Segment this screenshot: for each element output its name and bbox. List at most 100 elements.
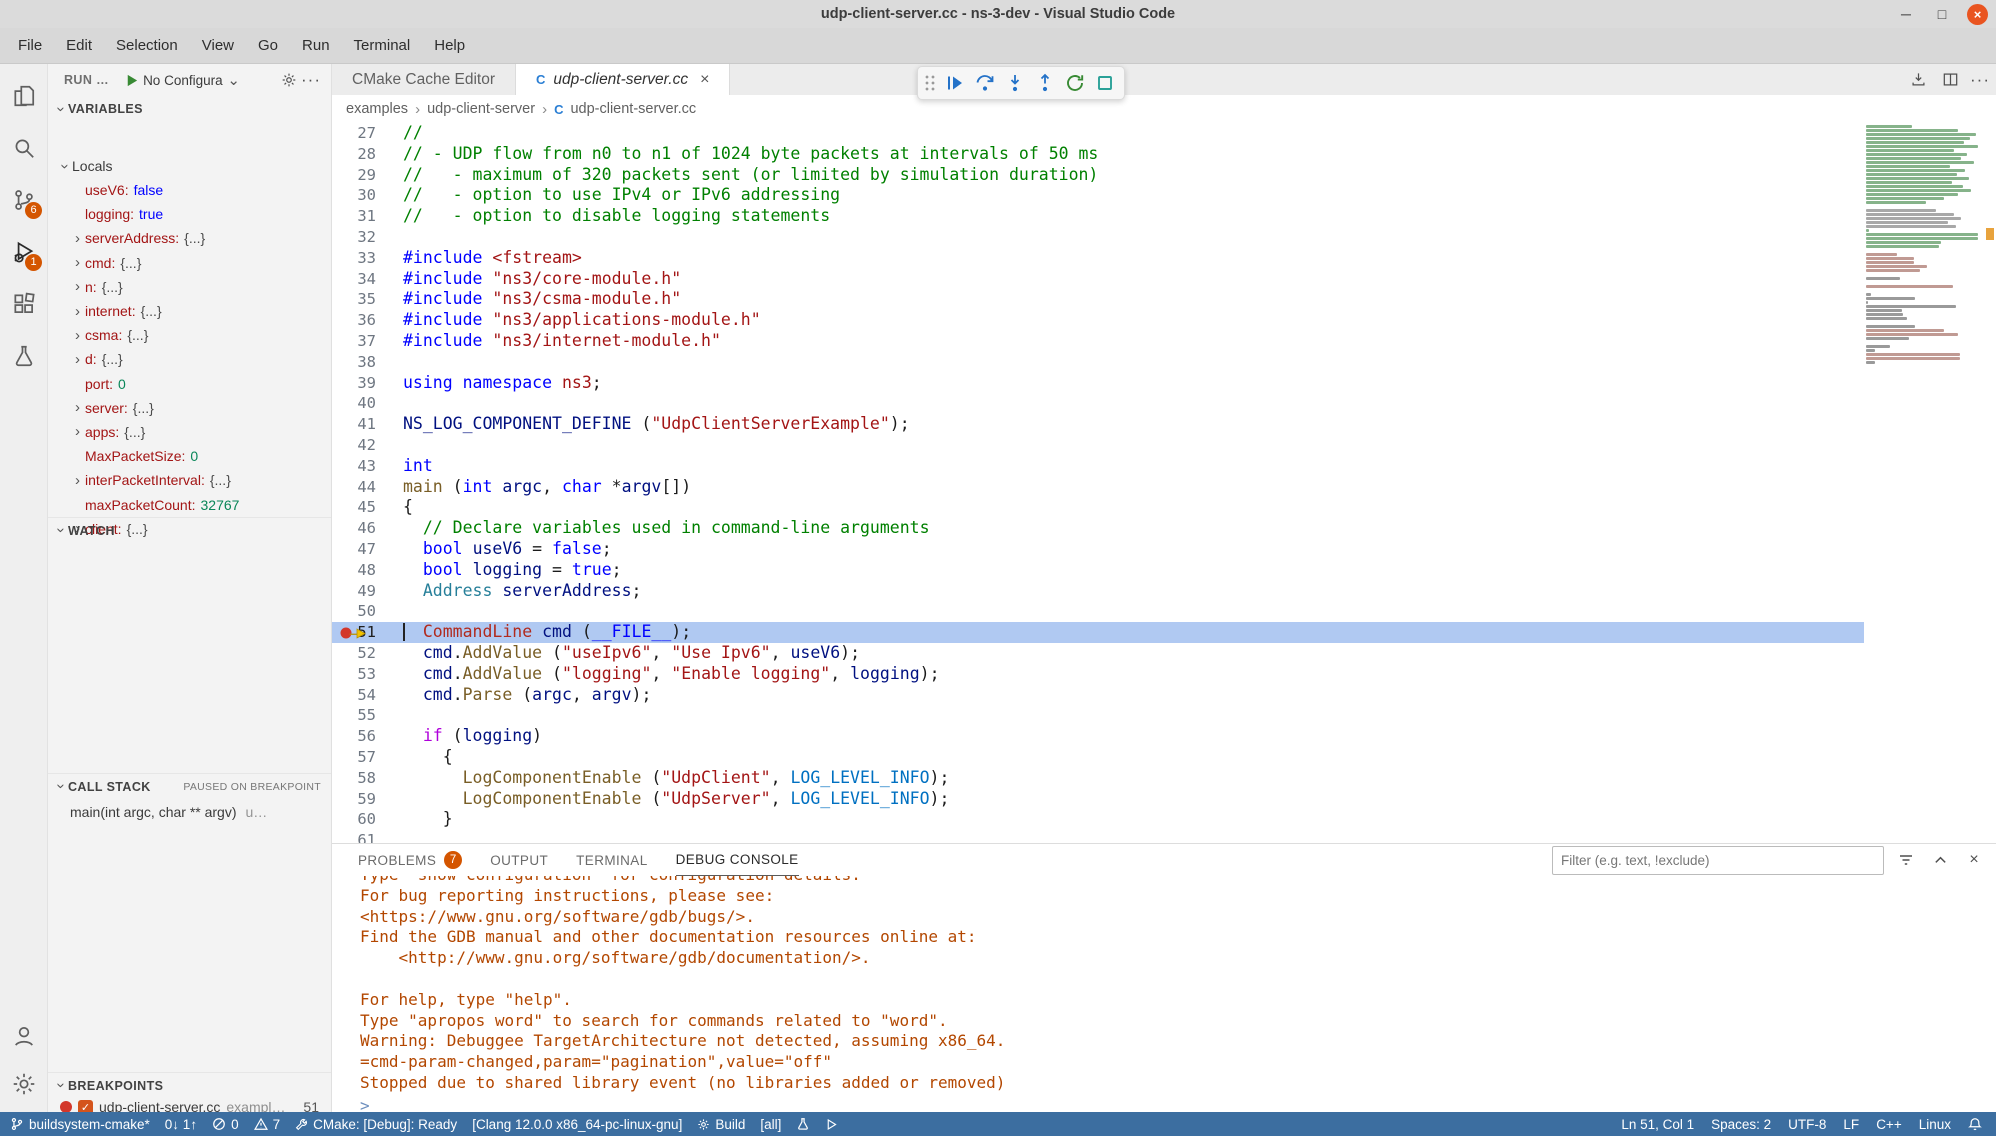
- activity-account[interactable]: [0, 1012, 47, 1060]
- maximize-icon[interactable]: □: [1931, 3, 1953, 25]
- status-item-0[interactable]: 0: [212, 1117, 239, 1132]
- variable-row[interactable]: ›apps:{...}: [48, 420, 331, 444]
- status-item-linux[interactable]: Linux: [1919, 1117, 1951, 1132]
- sidebar-item-run-and-debug[interactable]: 1: [0, 226, 47, 278]
- filter-input[interactable]: [1552, 846, 1884, 875]
- status-item-lf[interactable]: LF: [1843, 1117, 1859, 1132]
- code-line[interactable]: 60 }: [332, 809, 1864, 830]
- breakpoints-section-header[interactable]: › BREAKPOINTS: [48, 1072, 331, 1098]
- debug-console-output[interactable]: Type "show configuration" for configurat…: [332, 876, 1996, 1112]
- minimize-icon[interactable]: ─: [1895, 3, 1917, 25]
- breadcrumb-examples[interactable]: examples: [346, 101, 408, 117]
- tab-problems[interactable]: PROBLEMS 7: [358, 845, 462, 876]
- variable-row[interactable]: port:0: [48, 372, 331, 396]
- drag-handle[interactable]: [924, 74, 936, 92]
- status-item-clang-12-0-0-x86-64-pc-linux-gnu[interactable]: [Clang 12.0.0 x86_64-pc-linux-gnu]: [472, 1117, 682, 1132]
- code-line[interactable]: 37#include "ns3/internet-module.h": [332, 331, 1864, 352]
- code-line[interactable]: 57 {: [332, 747, 1864, 768]
- menu-item-go[interactable]: Go: [246, 32, 290, 60]
- variable-row[interactable]: useV6:false: [48, 178, 331, 202]
- status-item-utf-8[interactable]: UTF-8: [1788, 1117, 1826, 1132]
- code-line[interactable]: 35#include "ns3/csma-module.h": [332, 289, 1864, 310]
- code-line[interactable]: 28// - UDP flow from n0 to n1 of 1024 by…: [332, 144, 1864, 165]
- variable-row[interactable]: maxPacketCount:32767: [48, 492, 331, 516]
- code-line[interactable]: 43int: [332, 456, 1864, 477]
- variable-row[interactable]: ›internet:{...}: [48, 299, 331, 323]
- variable-row[interactable]: ›n:{...}: [48, 275, 331, 299]
- variable-row[interactable]: ›cmd:{...}: [48, 251, 331, 275]
- menu-item-edit[interactable]: Edit: [54, 32, 104, 60]
- variable-row[interactable]: MaxPacketSize:0: [48, 444, 331, 468]
- variable-row[interactable]: ›d:{...}: [48, 347, 331, 371]
- code-line[interactable]: 56 if (logging): [332, 726, 1864, 747]
- sidebar-item-extensions[interactable]: [0, 278, 47, 330]
- tab-udp-client-server[interactable]: C udp-client-server.cc ×: [516, 64, 730, 95]
- code-line[interactable]: 40: [332, 393, 1864, 414]
- more-actions-icon[interactable]: ···: [1970, 68, 1990, 92]
- variable-row[interactable]: ›server:{...}: [48, 396, 331, 420]
- status-item-bell[interactable]: [1968, 1117, 1982, 1131]
- download-icon[interactable]: [1906, 68, 1930, 92]
- gear-icon[interactable]: [277, 68, 301, 92]
- menu-item-file[interactable]: File: [6, 32, 54, 60]
- code-editor[interactable]: 27//28// - UDP flow from n0 to n1 of 102…: [332, 123, 1996, 843]
- code-line[interactable]: 48 bool logging = true;: [332, 560, 1864, 581]
- variables-section-header[interactable]: › VARIABLES: [48, 96, 331, 122]
- start-debugging-button[interactable]: [119, 68, 143, 92]
- code-line[interactable]: 29// - maximum of 320 packets sent (or l…: [332, 165, 1864, 186]
- code-line[interactable]: 50: [332, 601, 1864, 622]
- step-over-button[interactable]: [972, 70, 998, 96]
- code-line[interactable]: 31// - option to disable logging stateme…: [332, 206, 1864, 227]
- code-line[interactable]: 39using namespace ns3;: [332, 373, 1864, 394]
- code-line[interactable]: 34#include "ns3/core-module.h": [332, 269, 1864, 290]
- code-line[interactable]: 52 cmd.AddValue ("useIpv6", "Use Ipv6", …: [332, 643, 1864, 664]
- code-line[interactable]: 36#include "ns3/applications-module.h": [332, 310, 1864, 331]
- code-line[interactable]: 58 LogComponentEnable ("UdpClient", LOG_…: [332, 768, 1864, 789]
- call-stack-section-header[interactable]: › CALL STACK PAUSED ON BREAKPOINT: [48, 773, 331, 799]
- tab-terminal[interactable]: TERMINAL: [576, 845, 647, 876]
- code-line[interactable]: 53 cmd.AddValue ("logging", "Enable logg…: [332, 664, 1864, 685]
- step-out-button[interactable]: [1032, 70, 1058, 96]
- menu-item-help[interactable]: Help: [422, 32, 477, 60]
- debug-configuration-dropdown[interactable]: No Configura ⌄: [143, 71, 241, 89]
- menu-item-view[interactable]: View: [190, 32, 246, 60]
- call-stack-frame[interactable]: main(int argc, char ** argv) u…: [48, 800, 331, 824]
- code-line[interactable]: 51 CommandLine cmd (__FILE__);: [332, 622, 1864, 643]
- code-line[interactable]: 46 // Declare variables used in command-…: [332, 518, 1864, 539]
- breadcrumb-file[interactable]: udp-client-server.cc: [570, 101, 696, 117]
- code-line[interactable]: 44main (int argc, char *argv[]): [332, 477, 1864, 498]
- continue-button[interactable]: [942, 70, 968, 96]
- breadcrumb-udp-client-server[interactable]: udp-client-server: [427, 101, 535, 117]
- variables-scope-locals[interactable]: › Locals: [48, 154, 331, 178]
- code-line[interactable]: 61: [332, 830, 1864, 843]
- status-item-c[interactable]: C++: [1876, 1117, 1902, 1132]
- status-item-build[interactable]: Build: [697, 1117, 745, 1132]
- code-line[interactable]: 54 cmd.Parse (argc, argv);: [332, 685, 1864, 706]
- tab-cmake-cache-editor[interactable]: CMake Cache Editor: [332, 64, 516, 95]
- tab-output[interactable]: OUTPUT: [490, 845, 548, 876]
- sidebar-item-source-control[interactable]: 6: [0, 174, 47, 226]
- code-line[interactable]: 42: [332, 435, 1864, 456]
- code-line[interactable]: 59 LogComponentEnable ("UdpServer", LOG_…: [332, 789, 1864, 810]
- tab-debug-console[interactable]: DEBUG CONSOLE: [676, 844, 799, 876]
- console-prompt[interactable]: >: [360, 1096, 1996, 1112]
- menu-item-run[interactable]: Run: [290, 32, 342, 60]
- code-line[interactable]: 47 bool useV6 = false;: [332, 539, 1864, 560]
- sidebar-item-search[interactable]: [0, 122, 47, 174]
- close-icon[interactable]: ×: [1967, 4, 1988, 25]
- minimap[interactable]: [1866, 123, 1984, 843]
- stop-button[interactable]: [1092, 70, 1118, 96]
- variable-row[interactable]: ›serverAddress:{...}: [48, 226, 331, 250]
- status-item-beaker[interactable]: [796, 1117, 810, 1131]
- menu-item-selection[interactable]: Selection: [104, 32, 190, 60]
- step-into-button[interactable]: [1002, 70, 1028, 96]
- status-item-7[interactable]: 7: [254, 1117, 281, 1132]
- maximize-panel-icon[interactable]: [1928, 848, 1952, 872]
- variable-row[interactable]: ›csma:{...}: [48, 323, 331, 347]
- code-line[interactable]: 41NS_LOG_COMPONENT_DEFINE ("UdpClientSer…: [332, 414, 1864, 435]
- restart-button[interactable]: [1062, 70, 1088, 96]
- more-actions-icon[interactable]: ···: [301, 68, 321, 92]
- code-line[interactable]: 30// - option to use IPv4 or IPv6 addres…: [332, 185, 1864, 206]
- watch-section-header[interactable]: › WATCH: [48, 517, 331, 543]
- status-item-ln-51-col-1[interactable]: Ln 51, Col 1: [1621, 1117, 1694, 1132]
